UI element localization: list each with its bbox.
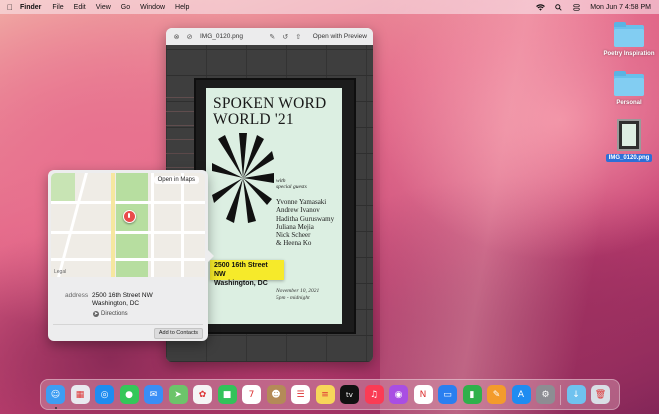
app-store-icon[interactable]: A: [511, 385, 531, 404]
search-icon[interactable]: [554, 3, 563, 11]
clock[interactable]: Mon Jun 7 4:58 PM: [590, 4, 651, 11]
address-map-popover: Open in Maps Legal address 2500 16th Str…: [48, 170, 214, 341]
open-with-preview-button[interactable]: Open with Preview: [313, 33, 367, 40]
control-center-icon[interactable]: [572, 3, 581, 11]
dock-separator: [560, 385, 561, 405]
mail-icon[interactable]: ✉: [144, 385, 163, 404]
desktop-item-label: Poetry Inspiration: [603, 51, 655, 57]
fullscreen-icon[interactable]: ⊘: [185, 32, 194, 41]
close-icon[interactable]: ⊗: [172, 32, 181, 41]
messages-icon[interactable]: ●: [119, 385, 139, 404]
map-park-area: [51, 173, 75, 203]
poster-time-line: 5pm - midnight: [276, 295, 310, 301]
poster-date: November 10, 2021 5pm - midnight: [276, 288, 319, 302]
guest-name: Nick Scheer: [276, 231, 311, 240]
menu-bar:  Finder File Edit View Go Window Help M…: [0, 0, 659, 14]
share-icon[interactable]: ⇧: [294, 32, 303, 41]
map-preview[interactable]: Open in Maps Legal: [51, 173, 205, 277]
map-legal-link[interactable]: Legal: [54, 269, 66, 275]
system-preferences-icon[interactable]: ⚙: [536, 385, 555, 404]
poster-title-line-1: SPOKEN WORD: [213, 95, 327, 112]
poster-title: SPOKEN WORD WORLD '21: [213, 96, 326, 128]
running-indicator: [54, 407, 57, 409]
menu-help[interactable]: Help: [175, 4, 189, 11]
poster-title-line-2: WORLD '21: [213, 111, 294, 128]
menu-file[interactable]: File: [52, 4, 63, 11]
finder-icon[interactable]: ☺: [46, 385, 65, 404]
downloads-folder-icon[interactable]: ↓: [566, 385, 586, 404]
facetime-icon[interactable]: ■: [217, 385, 237, 404]
numbers-icon[interactable]: ▮: [462, 385, 482, 404]
poster-frame: SPOKEN WORD WORLD '21 with special guest…: [194, 78, 356, 334]
address-key: address: [65, 292, 89, 299]
quicklook-titlebar: ⊗ ⊘ IMG_0120.png ✎ ↺ ⇧ Open with Preview: [166, 28, 373, 46]
map-road: [151, 173, 154, 277]
notes-icon[interactable]: ≡: [315, 385, 335, 404]
poster-date-line: November 10, 2021: [276, 288, 320, 294]
wifi-icon[interactable]: [536, 3, 546, 11]
detected-address-line-2: Washington, DC: [214, 280, 268, 287]
dock: ☺ ▦ ◎ ● ✉ ➤ ✿ ■ 7 ☻ ☰ ≡ tv ♫ ◉ N ▭ ▮ ✎ A ⚙ ↓ 🗑: [40, 379, 620, 410]
detected-address-line-1: 2500 16th Street NW: [214, 262, 268, 278]
photos-icon[interactable]: ✿: [193, 385, 212, 404]
map-road: [181, 173, 184, 277]
markup-icon[interactable]: ✎: [268, 32, 277, 41]
contacts-icon[interactable]: ☻: [266, 385, 286, 404]
map-road: [111, 173, 115, 277]
tv-icon[interactable]: tv: [340, 385, 359, 404]
directions-icon: ➤: [93, 311, 99, 317]
reminders-icon[interactable]: ☰: [291, 385, 310, 404]
apple-menu-icon[interactable]: : [0, 3, 20, 12]
safari-icon[interactable]: ◎: [95, 385, 114, 404]
address-value-line-1: 2500 16th Street NW: [92, 292, 153, 299]
add-to-contacts-button[interactable]: Add to Contacts: [153, 328, 203, 339]
guest-name: Andrew Ivanov: [276, 206, 320, 215]
folder-icon: [614, 71, 644, 96]
poster-with-text: with special guests: [276, 178, 307, 190]
address-value: 2500 16th Street NW Washington, DC: [92, 292, 153, 308]
divider: [53, 324, 203, 325]
folder-icon: [614, 22, 644, 47]
calendar-icon[interactable]: 7: [242, 385, 261, 404]
maps-icon[interactable]: ➤: [168, 385, 188, 404]
directions-label: Directions: [101, 311, 128, 317]
image-file-icon: [617, 119, 641, 151]
map-pin-icon[interactable]: [123, 210, 136, 223]
desktop-item-label: Personal: [616, 100, 642, 106]
music-icon[interactable]: ♫: [364, 385, 384, 404]
poster: SPOKEN WORD WORLD '21 with special guest…: [206, 88, 342, 324]
launchpad-icon[interactable]: ▦: [70, 385, 90, 404]
pages-icon[interactable]: ✎: [487, 385, 506, 404]
poster-special-guests: special guests: [276, 184, 307, 190]
open-in-maps-button[interactable]: Open in Maps: [153, 176, 199, 184]
menu-view[interactable]: View: [96, 4, 111, 11]
menu-window[interactable]: Window: [140, 4, 165, 11]
directions-button[interactable]: ➤ Directions: [93, 311, 128, 317]
guest-name: Juliana Mejia: [276, 222, 314, 231]
menu-edit[interactable]: Edit: [74, 4, 86, 11]
guest-name: Yvonne Yamasaki: [276, 198, 327, 206]
trash-icon[interactable]: 🗑: [591, 385, 610, 404]
guest-name: Haditha Guruswamy: [276, 214, 335, 223]
keynote-icon[interactable]: ▭: [438, 385, 457, 404]
rotate-icon[interactable]: ↺: [281, 32, 290, 41]
menu-app-name[interactable]: Finder: [20, 4, 41, 11]
map-park-area: [116, 173, 148, 277]
guest-name: & Heena Ko: [276, 239, 312, 248]
podcasts-icon[interactable]: ◉: [389, 385, 408, 404]
quicklook-title: IMG_0120.png: [200, 33, 244, 40]
desktop-item-label: IMG_0120.png: [605, 154, 653, 162]
desktop-folder-personal[interactable]: Personal: [599, 71, 659, 106]
starburst-graphic: [212, 133, 274, 223]
detected-address-highlight[interactable]: 2500 16th Street NW Washington, DC: [210, 260, 284, 287]
desktop-file-img-0120[interactable]: IMG_0120.png: [599, 119, 659, 162]
poster-guest-list: Yvonne Yamasaki Andrew Ivanov Haditha Gu…: [276, 198, 334, 248]
address-value-line-2: Washington, DC: [92, 300, 140, 307]
menu-go[interactable]: Go: [121, 4, 130, 11]
desktop-folder-poetry-inspiration[interactable]: Poetry Inspiration: [599, 22, 659, 57]
news-icon[interactable]: N: [413, 385, 433, 404]
